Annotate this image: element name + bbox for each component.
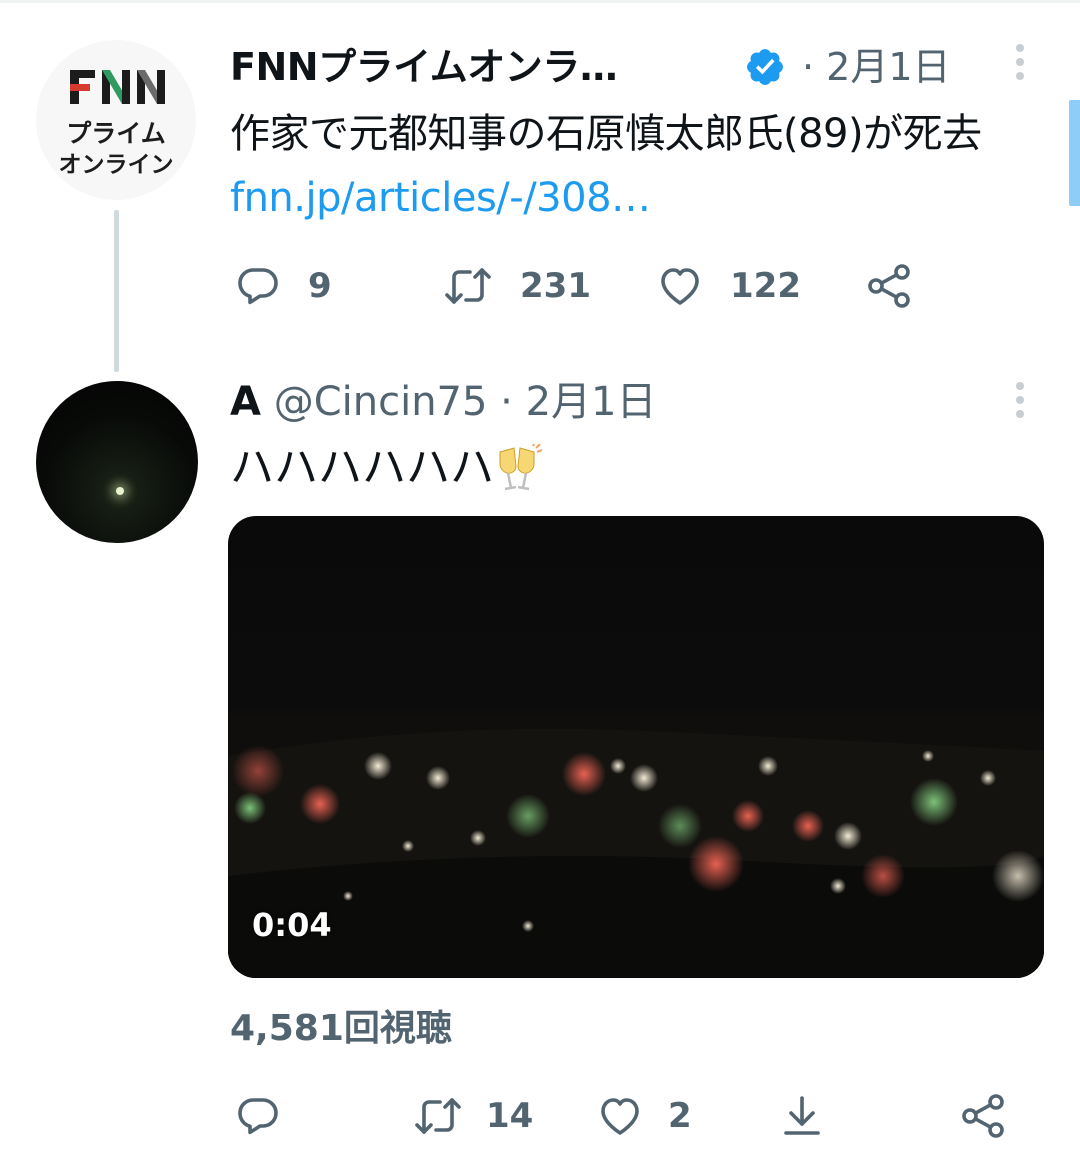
clinking-glasses-icon [499,444,542,491]
retweet-button[interactable]: 14 [412,1092,533,1140]
retweet-count: 14 [486,1096,534,1136]
heart-icon [601,1098,639,1135]
more-options-icon[interactable] [1009,42,1031,84]
tweet-text: ハハハハハハ [230,440,542,496]
display-name[interactable]: A [230,379,261,425]
scrollbar-thumb[interactable] [1069,100,1080,206]
fnn-logo: プライム オンライン [59,70,174,178]
video-duration: 0:04 [252,906,332,944]
tweet-body: ハハハハハハ [230,442,494,493]
reply-button[interactable] [234,1092,282,1140]
like-count: 2 [668,1096,692,1136]
like-count: 122 [730,266,801,306]
display-name[interactable]: FNNプライムオンラ… [230,44,618,90]
tweet-header: A @Cincin75 · 2月1日 [230,378,656,426]
share-icon [868,264,910,308]
more-options-icon[interactable] [1009,380,1031,422]
fnn-logo-line3: オンライン [59,152,174,178]
like-button[interactable]: 122 [656,262,801,310]
share-button[interactable] [958,1092,1010,1140]
video-player[interactable] [228,516,1044,978]
video-thumbnail-fireworks [228,716,1044,978]
retweet-icon [415,1098,461,1134]
retweet-icon [445,268,491,304]
heart-icon [661,268,699,305]
article-link[interactable]: fnn.jp/articles/-/308… [230,175,651,221]
share-icon [962,1094,1004,1138]
reply-count: 9 [308,266,332,306]
reply-icon [238,268,278,305]
tweet-timestamp[interactable]: · 2月1日 [802,44,951,90]
download-button[interactable] [778,1092,826,1140]
tweet-body: 作家で元都知事の石原慎太郎氏(89)が死去 [230,111,982,157]
tweet-text: 作家で元都知事の石原慎太郎氏(89)が死去 fnn.jp/articles/-/… [230,102,1050,230]
reply-icon [238,1098,278,1135]
share-button[interactable] [864,262,916,310]
reply-button[interactable]: 9 [234,262,332,310]
top-divider [0,0,1080,3]
user-handle[interactable]: @Cincin75 [274,379,488,425]
download-icon [784,1096,820,1135]
fnn-logo-line2: プライム [66,119,166,148]
avatar-fnn[interactable]: プライム オンライン [36,40,196,200]
retweet-count: 231 [520,266,591,306]
like-button[interactable]: 2 [596,1092,692,1140]
view-count: 4,581回視聴 [230,1008,452,1049]
verified-badge-icon [747,49,783,85]
tweet-timestamp[interactable]: · 2月1日 [500,379,656,425]
avatar-user-a[interactable] [36,381,198,543]
retweet-button[interactable]: 231 [442,262,591,310]
thread-connector [114,210,119,372]
